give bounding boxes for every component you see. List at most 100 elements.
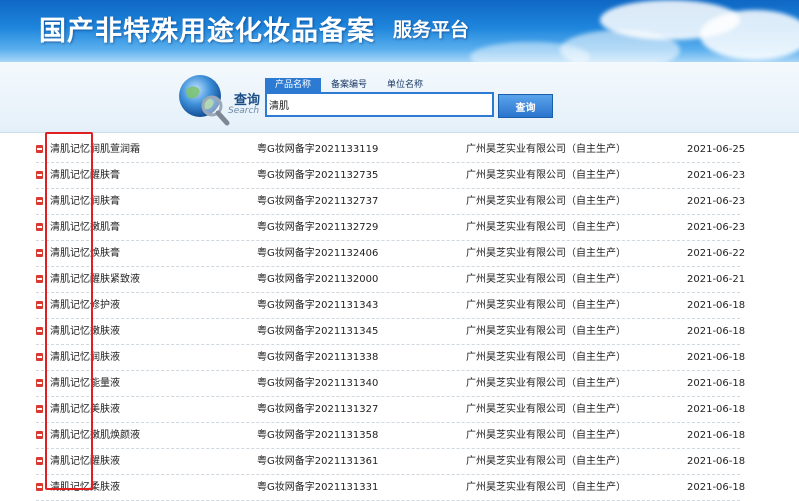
brand-text: 清肌记忆 [50,196,90,207]
company-name: 广州昊芝实业有限公司（自主生产） [466,482,626,493]
results-list: 清肌记忆润肌萱润霜 粤G妆网备字2021133119 广州昊芝实业有限公司（自主生产… [36,137,745,501]
company-name: 广州昊芝实业有限公司（自主生产） [466,352,626,363]
table-row: 清肌记忆美肤液 粤G妆网备字2021131327 广州昊芝实业有限公司（自主生产） 2… [36,397,745,423]
product-link[interactable]: 清肌记忆修护液 [50,300,120,311]
product-text: 润肤膏 [90,196,120,207]
product-text: 美肤液 [90,404,120,415]
product-link[interactable]: 清肌记忆能量液 [50,378,120,389]
bullet-icon [36,431,43,439]
search-tabs: 产品名称 备案编号 单位名称 [265,78,433,92]
product-name-cell: 清肌记忆能量液 [50,371,120,396]
product-text: 修护液 [90,300,120,311]
cloud-decoration [700,10,799,60]
product-link[interactable]: 清肌记忆醒肤膏 [50,170,120,181]
product-link[interactable]: 清肌记忆醒肤紧致液 [50,274,140,285]
record-date: 2021-06-18 [687,456,746,467]
product-text: 嫩肌膏 [90,222,120,233]
tab-record-number[interactable]: 备案编号 [321,78,377,92]
product-link[interactable]: 清肌记忆润肤液 [50,352,120,363]
table-row: 清肌记忆醒肤膏 粤G妆网备字2021132735 广州昊芝实业有限公司（自主生产） 2… [36,163,745,189]
bullet-icon [36,301,43,309]
site-title: 国产非特殊用途化妆品备案 [39,16,375,47]
bullet-icon [36,223,43,231]
bullet-icon [36,197,43,205]
record-number: 粤G妆网备字2021131345 [257,326,379,337]
bullet-icon [36,327,43,335]
search-button[interactable]: 查询 [498,94,553,118]
brand-text: 清肌记忆 [50,326,90,337]
product-text: 焕肤膏 [90,248,120,259]
brand-text: 清肌记忆 [50,222,90,233]
brand-text: 清肌记忆 [50,456,90,467]
bullet-icon [36,405,43,413]
record-number: 粤G妆网备字2021131331 [257,482,379,493]
bullet-icon [36,171,43,179]
record-number: 粤G妆网备字2021133119 [257,144,379,155]
product-link[interactable]: 清肌记忆嫩肤液 [50,326,120,337]
bullet-icon [36,457,43,465]
company-name: 广州昊芝实业有限公司（自主生产） [466,404,626,415]
company-name: 广州昊芝实业有限公司（自主生产） [466,170,626,181]
product-text: 能量液 [90,378,120,389]
record-date: 2021-06-23 [687,170,746,181]
record-number: 粤G妆网备字2021132406 [257,248,379,259]
record-date: 2021-06-18 [687,430,746,441]
table-row: 清肌记忆润肤液 粤G妆网备字2021131338 广州昊芝实业有限公司（自主生产） 2… [36,345,745,371]
company-name: 广州昊芝实业有限公司（自主生产） [466,456,626,467]
product-link[interactable]: 清肌记忆润肤膏 [50,196,120,207]
record-number: 粤G妆网备字2021132000 [257,274,379,285]
product-text: 润肤液 [90,352,120,363]
record-number: 粤G妆网备字2021131358 [257,430,379,441]
product-text: 柔肤液 [90,482,120,493]
record-date: 2021-06-25 [687,144,746,155]
record-date: 2021-06-23 [687,196,746,207]
product-name-cell: 清肌记忆润肤液 [50,345,120,370]
product-link[interactable]: 清肌记忆润肌萱润霜 [50,144,140,155]
brand-text: 清肌记忆 [50,248,90,259]
product-link[interactable]: 清肌记忆柔肤液 [50,482,120,493]
product-name-cell: 清肌记忆嫩肌焕颜液 [50,423,140,448]
company-name: 广州昊芝实业有限公司（自主生产） [466,274,626,285]
tab-company-name[interactable]: 单位名称 [377,78,433,92]
product-link[interactable]: 清肌记忆嫩肌膏 [50,222,120,233]
company-name: 广州昊芝实业有限公司（自主生产） [466,300,626,311]
brand-text: 清肌记忆 [50,274,90,285]
table-row: 清肌记忆醒肤液 粤G妆网备字2021131361 广州昊芝实业有限公司（自主生产） 2… [36,449,745,475]
bullet-icon [36,145,43,153]
record-number: 粤G妆网备字2021132735 [257,170,379,181]
product-text: 醒肤液 [90,456,120,467]
record-date: 2021-06-18 [687,300,746,311]
table-row: 清肌记忆润肌萱润霜 粤G妆网备字2021133119 广州昊芝实业有限公司（自主生产… [36,137,745,163]
search-input[interactable] [265,92,494,117]
product-name-cell: 清肌记忆润肤膏 [50,189,120,214]
record-date: 2021-06-18 [687,482,746,493]
record-number: 粤G妆网备字2021131361 [257,456,379,467]
brand-text: 清肌记忆 [50,404,90,415]
tab-product-name[interactable]: 产品名称 [265,78,322,92]
product-name-cell: 清肌记忆美肤液 [50,397,120,422]
record-number: 粤G妆网备字2021131338 [257,352,379,363]
product-link[interactable]: 清肌记忆醒肤液 [50,456,120,467]
table-row: 清肌记忆柔肤液 粤G妆网备字2021131331 广州昊芝实业有限公司（自主生产） 2… [36,475,745,501]
product-text: 醒肤紧致液 [90,274,140,285]
record-number: 粤G妆网备字2021131343 [257,300,379,311]
product-name-cell: 清肌记忆润肌萱润霜 [50,137,140,162]
table-row: 清肌记忆润肤膏 粤G妆网备字2021132737 广州昊芝实业有限公司（自主生产） 2… [36,189,745,215]
product-name-cell: 清肌记忆修护液 [50,293,120,318]
record-number: 粤G妆网备字2021131327 [257,404,379,415]
brand-text: 清肌记忆 [50,482,90,493]
product-link[interactable]: 清肌记忆美肤液 [50,404,120,415]
table-row: 清肌记忆嫩肌焕颜液 粤G妆网备字2021131358 广州昊芝实业有限公司（自主生产… [36,423,745,449]
brand-text: 清肌记忆 [50,352,90,363]
company-name: 广州昊芝实业有限公司（自主生产） [466,326,626,337]
company-name: 广州昊芝实业有限公司（自主生产） [466,222,626,233]
search-label-english: Search [228,106,260,116]
product-text: 嫩肌焕颜液 [90,430,140,441]
table-row: 清肌记忆修护液 粤G妆网备字2021131343 广州昊芝实业有限公司（自主生产） 2… [36,293,745,319]
product-link[interactable]: 清肌记忆嫩肌焕颜液 [50,430,140,441]
record-number: 粤G妆网备字2021131340 [257,378,379,389]
bullet-icon [36,275,43,283]
product-name-cell: 清肌记忆焕肤膏 [50,241,120,266]
product-link[interactable]: 清肌记忆焕肤膏 [50,248,120,259]
record-date: 2021-06-22 [687,248,746,259]
